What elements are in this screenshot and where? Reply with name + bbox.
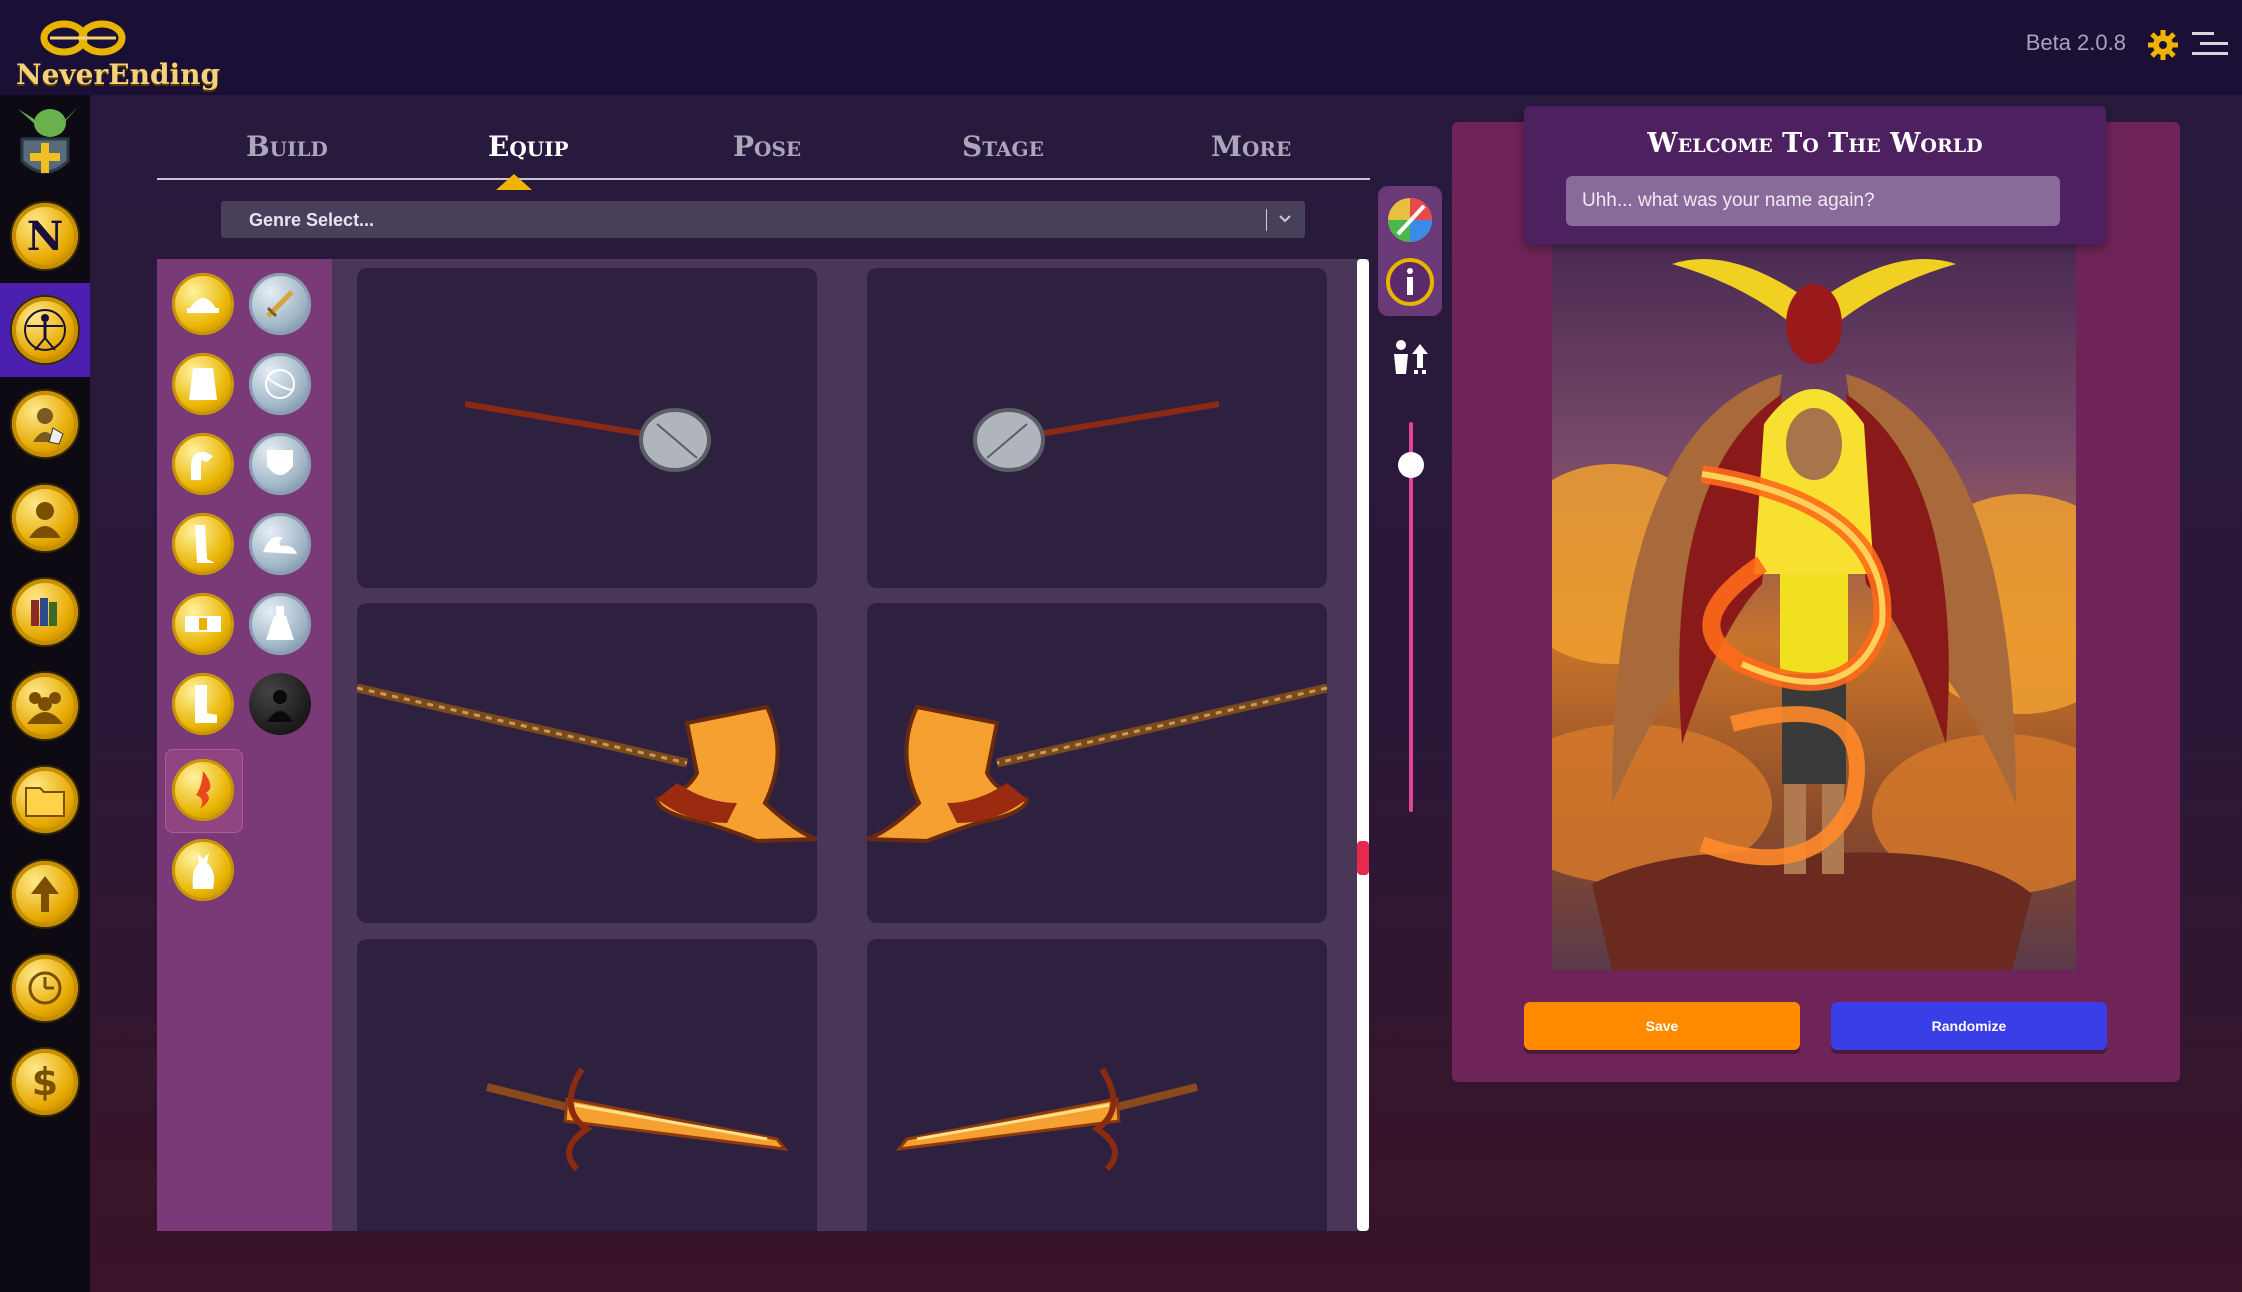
boot-icon[interactable] (172, 673, 234, 735)
logo-text: NeverEnding (16, 58, 221, 91)
goblin-shield-icon (18, 107, 78, 174)
flame-axe-icon (866, 683, 1328, 844)
save-button[interactable]: Save (1524, 1002, 1800, 1050)
genre-select[interactable]: Genre Select... (221, 201, 1305, 238)
gear-icon[interactable] (2146, 28, 2180, 62)
fire-spell-icon[interactable] (172, 759, 234, 821)
character-name-input[interactable] (1566, 176, 2060, 226)
nav-group[interactable] (0, 659, 90, 753)
zoom-slider-track[interactable] (1409, 422, 1413, 812)
chevron-down-icon[interactable] (1277, 211, 1293, 232)
clock-icon (12, 955, 78, 1021)
flame-sword-icon (895, 1067, 1198, 1172)
folder-icon (12, 767, 78, 833)
nav-vitruvian[interactable] (0, 283, 90, 377)
welcome-title: Welcome To The World (1647, 128, 1983, 159)
item-card-flame-sword-right[interactable] (867, 939, 1327, 1231)
nav-hero-dice[interactable] (0, 377, 90, 471)
shield-icon[interactable] (249, 433, 311, 495)
active-tab-caret (496, 174, 532, 190)
top-bar: NeverEnding Beta 2.0.8 (0, 0, 2242, 95)
wave-icon[interactable] (249, 513, 311, 575)
item-card-flame-sword-left[interactable] (357, 939, 817, 1231)
pose-swap-icon[interactable] (1390, 338, 1430, 383)
info-icon[interactable] (1384, 256, 1436, 308)
tab-pose[interactable]: Pose (733, 130, 801, 163)
helmet-icon[interactable] (172, 273, 234, 335)
version-label: Beta 2.0.8 (2025, 30, 2126, 55)
war-hammer-icon (973, 401, 1220, 472)
item-card-hammer-left[interactable] (357, 268, 817, 588)
nav-profile[interactable] (0, 471, 90, 565)
belt-icon[interactable] (172, 593, 234, 655)
tab-more[interactable]: More (1211, 130, 1291, 163)
left-nav: N $ (0, 95, 90, 1292)
item-card-axe-right[interactable] (866, 603, 1328, 923)
nav-upgrade[interactable] (0, 847, 90, 941)
books-icon (12, 579, 78, 645)
nav-history[interactable] (0, 941, 90, 1035)
tab-equip[interactable]: Equip (488, 130, 569, 163)
item-grid (332, 259, 1357, 1231)
nav-library[interactable] (0, 565, 90, 659)
arrow-up-icon (12, 861, 78, 927)
nav-folder[interactable] (0, 753, 90, 847)
equip-panel (157, 259, 1369, 1231)
warrior-dice-icon (12, 391, 78, 457)
leg-icon[interactable] (172, 513, 234, 575)
vitruvian-man-icon (12, 297, 78, 363)
nav-character-creator[interactable] (0, 95, 90, 189)
category-sidebar (157, 259, 332, 1231)
n-coin-icon: N (12, 203, 78, 269)
silhouette-icon[interactable] (249, 673, 311, 735)
welcome-panel: Welcome To The World (1524, 106, 2106, 244)
dollar-icon: $ (12, 1049, 78, 1115)
zoom-slider-knob[interactable] (1398, 452, 1424, 478)
menu-icon[interactable] (2192, 28, 2228, 60)
item-card-hammer-right[interactable] (867, 268, 1327, 588)
genre-select-separator (1266, 209, 1267, 231)
cat-pet-icon[interactable] (172, 839, 234, 901)
flame-sword-icon (486, 1067, 789, 1172)
sword-icon[interactable] (249, 273, 311, 335)
person-icon (12, 485, 78, 551)
group-icon (12, 673, 78, 739)
war-hammer-icon (464, 401, 711, 472)
torso-icon[interactable] (172, 353, 234, 415)
item-scrollbar-thumb[interactable] (1357, 841, 1369, 875)
tab-stage[interactable]: Stage (962, 130, 1044, 163)
flame-axe-icon (356, 683, 818, 844)
randomize-button[interactable]: Randomize (1831, 1002, 2107, 1050)
nav-shop[interactable]: $ (0, 1035, 90, 1129)
character-portrait (1552, 244, 2076, 970)
item-card-axe-left[interactable] (356, 603, 818, 923)
genre-select-value: Genre Select... (249, 210, 375, 230)
nav-neverending[interactable]: N (0, 189, 90, 283)
palette-icon[interactable] (1384, 194, 1436, 246)
tool-palette (1378, 186, 1442, 316)
item-scrollbar[interactable] (1357, 259, 1369, 1231)
main-tabs: Build Equip Pose Stage More (157, 118, 1370, 180)
potion-icon[interactable] (249, 593, 311, 655)
tab-build[interactable]: Build (246, 130, 328, 163)
globe-icon[interactable] (249, 353, 311, 415)
arm-icon[interactable] (172, 433, 234, 495)
